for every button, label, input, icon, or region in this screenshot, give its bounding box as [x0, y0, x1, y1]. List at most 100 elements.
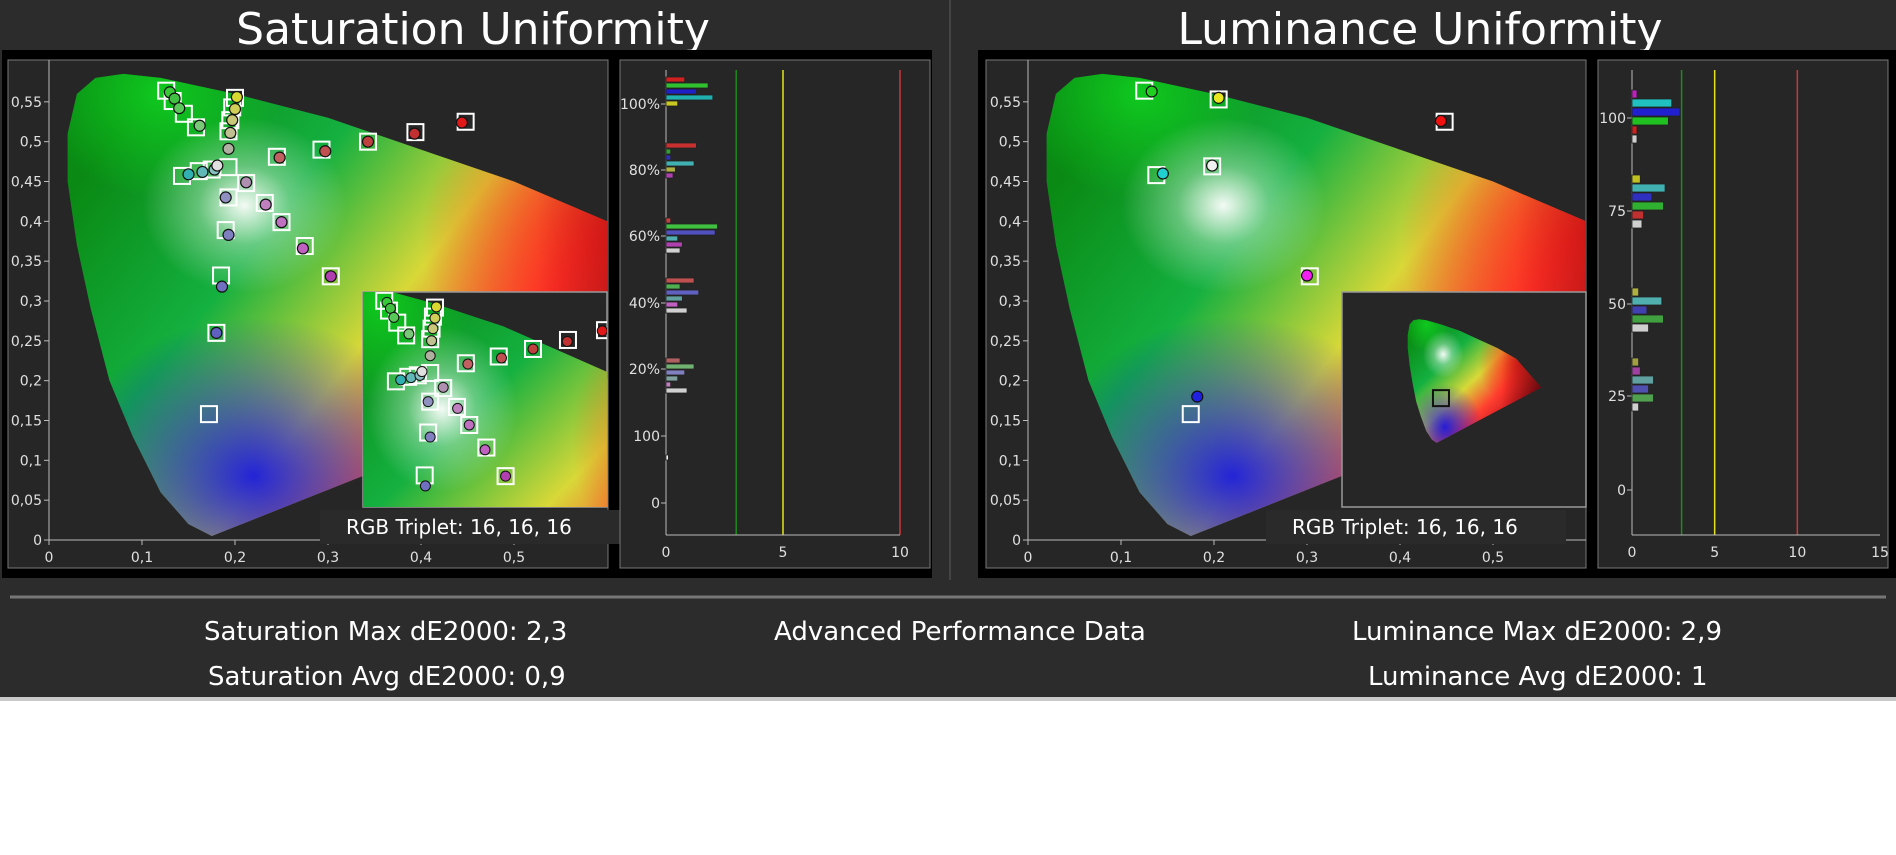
- de-bar: [1631, 98, 1673, 108]
- y-tick-label: 0,2: [999, 374, 1021, 390]
- de-y-tick-label: 80%: [629, 163, 660, 179]
- x-tick-label: 0,5: [1482, 550, 1504, 566]
- de-bar: [1631, 219, 1643, 229]
- measured-point: [224, 126, 237, 140]
- y-tick-label: 0,35: [11, 254, 42, 270]
- de-x-tick-label: 5: [779, 545, 788, 561]
- de-bar: [1631, 393, 1654, 403]
- de-bar: [665, 223, 718, 230]
- de-bar: [665, 76, 686, 83]
- luminance-avg-de: Luminance Avg dE2000: 1: [1368, 662, 1708, 692]
- measured-point: [324, 270, 337, 283]
- luminance-max-de: Luminance Max dE2000: 2,9: [1352, 617, 1722, 647]
- inset-point: [430, 301, 442, 313]
- saturation-max-de: Saturation Max dE2000: 2,3: [204, 617, 568, 647]
- x-tick-label: 0,1: [1110, 550, 1132, 566]
- saturation-avg-de: Saturation Avg dE2000: 0,9: [208, 662, 566, 692]
- de-bar: [665, 247, 681, 254]
- de-bar: [665, 217, 672, 224]
- de-x-tick-label: 10: [1788, 545, 1806, 561]
- inset-point: [403, 328, 415, 340]
- inset-target: [408, 598, 424, 614]
- y-tick-label: 0: [1012, 533, 1021, 549]
- measured-point: [222, 142, 235, 155]
- de-bar: [665, 357, 681, 364]
- x-tick-label: 0,3: [317, 550, 339, 566]
- inset-point: [395, 374, 407, 386]
- de-x-tick-label: 0: [662, 545, 671, 561]
- inset-point: [495, 352, 507, 364]
- y-tick-label: 0,15: [11, 414, 42, 430]
- de-bar: [665, 154, 672, 161]
- y-tick-label: 0,55: [990, 95, 1021, 111]
- de-bar: [1631, 183, 1666, 193]
- de-bar: [1631, 125, 1638, 135]
- de-bar: [665, 94, 714, 101]
- x-tick-label: 0,4: [410, 550, 432, 566]
- rgb-triplet: RGB Triplet: 16, 16, 16: [346, 515, 572, 539]
- de-bar: [665, 381, 672, 388]
- inset-point: [561, 335, 573, 347]
- x-tick-label: 0: [1024, 550, 1033, 566]
- de-bar: [1631, 323, 1649, 333]
- y-tick-label: 0,45: [11, 175, 42, 191]
- y-tick-label: 0,05: [11, 493, 42, 509]
- de-bar: [1631, 305, 1648, 315]
- de-bar: [1631, 287, 1640, 297]
- measured-point: [215, 280, 229, 293]
- x-tick-label: 0,3: [1296, 550, 1318, 566]
- measured-point: [196, 165, 209, 179]
- de-bar: [1631, 192, 1653, 202]
- measured-point: [275, 216, 288, 229]
- x-tick-label: 0,2: [1203, 550, 1225, 566]
- y-tick-label: 0,4: [999, 214, 1021, 230]
- measured-point: [182, 168, 195, 181]
- de-y-tick-label: 50: [1608, 297, 1626, 313]
- measured-point: [173, 102, 186, 115]
- inset-point: [527, 343, 539, 355]
- rgb-triplet: RGB Triplet: 16, 16, 16: [1292, 515, 1518, 539]
- de-bar: [665, 295, 683, 302]
- measured-point: [240, 176, 253, 189]
- de-bar: [1631, 89, 1638, 99]
- y-tick-label: 0,45: [990, 175, 1021, 191]
- measured-point: [455, 116, 469, 129]
- inset-point: [424, 431, 436, 443]
- inset-point: [429, 312, 441, 324]
- inset-point: [416, 366, 428, 378]
- de-bar: [665, 277, 695, 284]
- de-bar: [665, 172, 674, 179]
- measured-point: [1300, 269, 1314, 282]
- measured-point: [226, 114, 239, 127]
- y-tick-label: 0,25: [11, 334, 42, 350]
- measured-point: [1212, 91, 1225, 104]
- inset-point: [500, 470, 512, 482]
- de-bar: [1631, 366, 1641, 376]
- measured-point: [1191, 390, 1204, 403]
- x-tick-label: 0: [45, 550, 54, 566]
- de-bar: [665, 369, 686, 376]
- measured-point: [211, 159, 224, 172]
- de-x-tick-label: 10: [891, 545, 909, 561]
- measured-point: [210, 326, 223, 339]
- measured-point: [1156, 167, 1169, 180]
- de-y-tick-label: 100%: [620, 97, 660, 113]
- de-bar: [1631, 201, 1664, 211]
- x-tick-label: 0,2: [224, 550, 246, 566]
- de-bar: [1631, 174, 1641, 184]
- de-bar: [665, 142, 697, 149]
- measured-point: [230, 90, 243, 104]
- de-bar: [1631, 210, 1644, 220]
- inset-point: [463, 419, 475, 431]
- y-tick-label: 0,05: [990, 493, 1021, 509]
- de-bar: [665, 229, 716, 236]
- de-bar: [665, 148, 672, 155]
- inset-point: [388, 311, 400, 323]
- advanced-performance-data-link[interactable]: Advanced Performance Data: [774, 617, 1146, 647]
- y-tick-label: 0,5: [999, 135, 1021, 151]
- y-tick-label: 0,55: [11, 95, 42, 111]
- de-bar: [665, 454, 669, 461]
- charts-canvas: 0 0,1 0,2 0,3 0,4 0,500,050,10,150,20,250,30,…: [2, 0, 1896, 614]
- de-bar: [665, 166, 676, 173]
- sat-de-chart: 0 5 10 100% 80% 60% 40% 20% 100 0: [619, 59, 931, 569]
